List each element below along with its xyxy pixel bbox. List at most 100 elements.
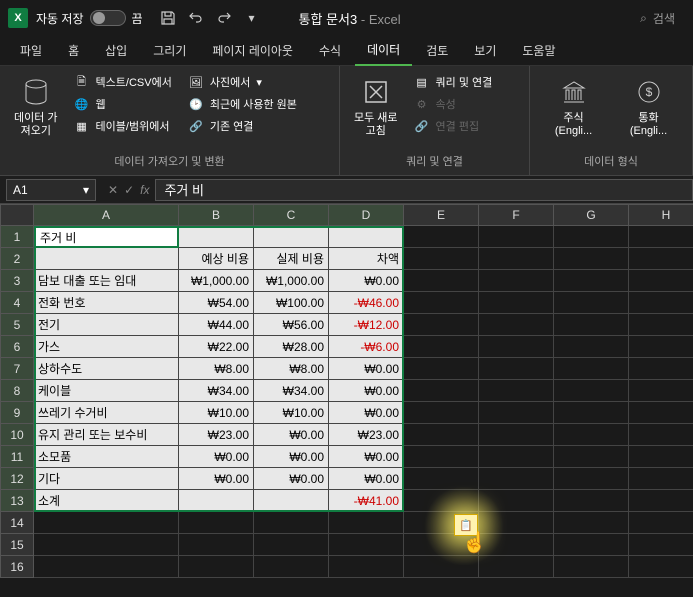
cell[interactable] bbox=[554, 490, 629, 512]
cell[interactable] bbox=[629, 424, 693, 446]
row-header[interactable]: 5 bbox=[0, 314, 34, 336]
cells-area[interactable]: 주거 비 예상 비용실제 비용차액담보 대출 또는 임대₩1,000.00₩1,… bbox=[34, 226, 693, 578]
save-icon[interactable] bbox=[159, 9, 177, 27]
row-header[interactable]: 16 bbox=[0, 556, 34, 578]
cell[interactable] bbox=[254, 226, 329, 248]
cell[interactable]: 담보 대출 또는 임대 bbox=[34, 270, 179, 292]
cell[interactable]: ₩0.00 bbox=[329, 446, 404, 468]
row-header[interactable]: 4 bbox=[0, 292, 34, 314]
cell[interactable] bbox=[629, 380, 693, 402]
tab-home[interactable]: 홈 bbox=[56, 36, 91, 65]
autosave-toggle[interactable]: 자동 저장 끔 bbox=[36, 10, 143, 27]
cell[interactable] bbox=[479, 556, 554, 578]
cell[interactable] bbox=[479, 534, 554, 556]
cell[interactable] bbox=[554, 424, 629, 446]
dropdown-icon[interactable]: ▾ bbox=[243, 9, 261, 27]
cell[interactable] bbox=[479, 270, 554, 292]
cell[interactable] bbox=[404, 336, 479, 358]
cell[interactable] bbox=[329, 534, 404, 556]
cell[interactable]: ₩23.00 bbox=[329, 424, 404, 446]
cell[interactable] bbox=[34, 512, 179, 534]
cell[interactable] bbox=[479, 380, 554, 402]
tab-formulas[interactable]: 수식 bbox=[307, 36, 353, 65]
col-header-h[interactable]: H bbox=[629, 204, 693, 226]
cell[interactable] bbox=[179, 534, 254, 556]
cell[interactable]: 차액 bbox=[329, 248, 404, 270]
cell[interactable] bbox=[404, 248, 479, 270]
cell[interactable]: ₩34.00 bbox=[179, 380, 254, 402]
cell[interactable] bbox=[329, 226, 404, 248]
cell[interactable] bbox=[629, 490, 693, 512]
row-header[interactable]: 1 bbox=[0, 226, 34, 248]
cell[interactable]: ₩8.00 bbox=[179, 358, 254, 380]
row-header[interactable]: 15 bbox=[0, 534, 34, 556]
from-web-button[interactable]: 🌐웹 bbox=[70, 94, 176, 114]
cell[interactable] bbox=[254, 534, 329, 556]
cell[interactable] bbox=[554, 358, 629, 380]
cell[interactable]: ₩0.00 bbox=[254, 446, 329, 468]
cell[interactable]: ₩28.00 bbox=[254, 336, 329, 358]
cell[interactable]: 쓰레기 수거비 bbox=[34, 402, 179, 424]
cell[interactable] bbox=[404, 314, 479, 336]
cell[interactable]: 소모품 bbox=[34, 446, 179, 468]
row-header[interactable]: 9 bbox=[0, 402, 34, 424]
row-header[interactable]: 8 bbox=[0, 380, 34, 402]
formula-input[interactable]: 주거 비 bbox=[155, 179, 693, 201]
from-table-button[interactable]: ▦테이블/범위에서 bbox=[70, 116, 176, 136]
cell[interactable]: ₩0.00 bbox=[179, 446, 254, 468]
cell[interactable] bbox=[479, 358, 554, 380]
stocks-button[interactable]: 주식 (Engli... bbox=[540, 72, 607, 149]
cell[interactable] bbox=[404, 402, 479, 424]
tab-review[interactable]: 검토 bbox=[414, 36, 460, 65]
cell[interactable] bbox=[404, 490, 479, 512]
cell[interactable]: ₩54.00 bbox=[179, 292, 254, 314]
cell[interactable]: 예상 비용 bbox=[179, 248, 254, 270]
cell[interactable] bbox=[404, 556, 479, 578]
cell[interactable]: -₩6.00 bbox=[329, 336, 404, 358]
chevron-down-icon[interactable]: ▾ bbox=[83, 183, 89, 197]
cell[interactable] bbox=[179, 512, 254, 534]
currencies-button[interactable]: $ 통화 (Engli... bbox=[615, 72, 682, 149]
cell[interactable] bbox=[554, 380, 629, 402]
refresh-all-button[interactable]: 모두 새로 고침 bbox=[350, 72, 402, 149]
cell[interactable]: ₩1,000.00 bbox=[179, 270, 254, 292]
cell[interactable]: 기다 bbox=[34, 468, 179, 490]
cell[interactable] bbox=[179, 490, 254, 512]
cell[interactable] bbox=[404, 424, 479, 446]
cell[interactable]: ₩44.00 bbox=[179, 314, 254, 336]
cell[interactable]: ₩0.00 bbox=[179, 468, 254, 490]
cell[interactable]: ₩0.00 bbox=[254, 468, 329, 490]
recent-sources-button[interactable]: 🕑최근에 사용한 원본 bbox=[184, 94, 301, 114]
toggle-switch-icon[interactable] bbox=[90, 10, 126, 26]
cell[interactable] bbox=[629, 358, 693, 380]
cell[interactable]: ₩0.00 bbox=[254, 424, 329, 446]
cell[interactable] bbox=[479, 292, 554, 314]
cell[interactable]: ₩10.00 bbox=[254, 402, 329, 424]
col-header-b[interactable]: B bbox=[179, 204, 254, 226]
existing-connections-button[interactable]: 🔗기존 연결 bbox=[184, 116, 301, 136]
cell[interactable]: 전화 번호 bbox=[34, 292, 179, 314]
cell[interactable] bbox=[554, 248, 629, 270]
cell[interactable]: 케이블 bbox=[34, 380, 179, 402]
cell[interactable]: ₩22.00 bbox=[179, 336, 254, 358]
enter-icon[interactable]: ✓ bbox=[124, 183, 134, 197]
cell[interactable] bbox=[479, 424, 554, 446]
cell[interactable] bbox=[629, 534, 693, 556]
cell[interactable] bbox=[479, 402, 554, 424]
col-header-e[interactable]: E bbox=[404, 204, 479, 226]
cell[interactable] bbox=[554, 314, 629, 336]
cell[interactable]: 전기 bbox=[34, 314, 179, 336]
cell[interactable] bbox=[629, 314, 693, 336]
cell[interactable] bbox=[34, 556, 179, 578]
cell[interactable] bbox=[629, 226, 693, 248]
cell[interactable] bbox=[479, 446, 554, 468]
cell[interactable] bbox=[179, 556, 254, 578]
cell[interactable] bbox=[479, 468, 554, 490]
col-header-f[interactable]: F bbox=[479, 204, 554, 226]
cell[interactable]: -₩12.00 bbox=[329, 314, 404, 336]
undo-icon[interactable] bbox=[187, 9, 205, 27]
cell[interactable] bbox=[629, 402, 693, 424]
cell[interactable] bbox=[629, 270, 693, 292]
cell[interactable] bbox=[554, 534, 629, 556]
cell[interactable]: 실제 비용 bbox=[254, 248, 329, 270]
